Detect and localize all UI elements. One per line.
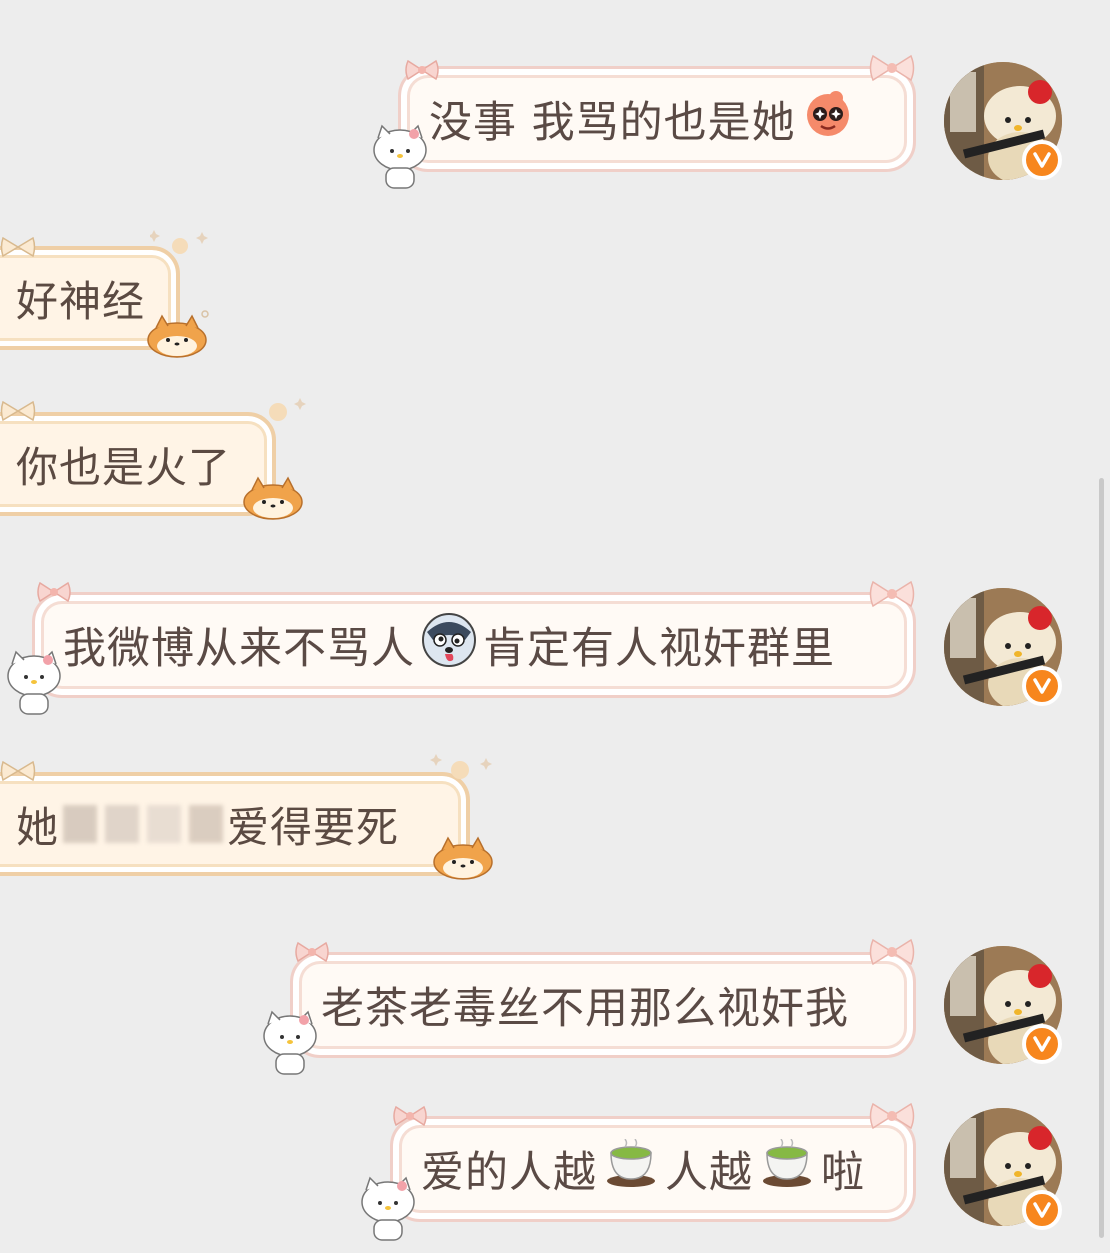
- message-bubble-sent[interactable]: 爱的人越 人越 啦: [390, 1116, 916, 1222]
- message-text: 我微博从来不骂人 肯定有人视奸群里: [63, 612, 835, 679]
- redacted-blur: [147, 805, 182, 843]
- sparkle-icon: [252, 392, 312, 426]
- cream-bow-icon: [0, 760, 36, 786]
- verified-badge-icon: [1022, 666, 1062, 706]
- verified-badge-icon: [1022, 1190, 1062, 1230]
- message-text: 你也是火了: [16, 442, 232, 492]
- hello-kitty-sticker-icon: [260, 1010, 320, 1082]
- message-text-part: 肯定有人视奸群里: [483, 624, 835, 674]
- message-bubble-sent[interactable]: 我微博从来不骂人 肯定有人视奸群里: [32, 592, 916, 698]
- cream-bow-icon: [0, 400, 36, 426]
- message-text-part: 我微博从来不骂人: [63, 624, 415, 674]
- message-text-part: 她: [16, 802, 60, 852]
- shiba-bun-sticker-icon: [146, 312, 208, 362]
- shiba-bun-sticker-icon: [242, 474, 304, 524]
- verified-badge-icon: [1022, 140, 1062, 180]
- message-text: 她 爱得要死: [16, 794, 399, 855]
- pink-bow-icon: [294, 940, 330, 968]
- message-text-part: 爱的人越: [421, 1148, 597, 1198]
- message-bubble-sent[interactable]: 没事 我骂的也是她: [398, 66, 916, 172]
- message-text-part: 没事 我骂的也是她: [429, 98, 796, 148]
- hello-kitty-sticker-icon: [358, 1176, 418, 1248]
- message-text-part: 爱得要死: [227, 802, 400, 852]
- cream-bow-icon: [0, 236, 36, 262]
- pink-bow-icon: [392, 1104, 428, 1132]
- tea-cup-emoji-icon: [603, 1138, 659, 1200]
- shiba-bun-sticker-icon: [432, 834, 494, 884]
- hello-kitty-sticker-icon: [4, 650, 64, 722]
- pink-bow-icon: [868, 578, 916, 614]
- husky-dog-emoji-icon: [421, 612, 477, 679]
- redacted-blur: [63, 805, 98, 843]
- sparkle-icon: [148, 224, 210, 258]
- scrollbar[interactable]: [1099, 478, 1104, 1238]
- message-bubble-sent[interactable]: 老茶老毒丝不用那么视奸我: [290, 952, 916, 1058]
- sparkle-icon: [430, 748, 496, 784]
- message-bubble-received[interactable]: 你也是火了: [0, 412, 276, 516]
- pink-bow-icon: [868, 1100, 916, 1136]
- message-text: 好神经: [16, 276, 146, 326]
- message-text-part: 人越: [665, 1148, 753, 1198]
- message-text: 爱的人越 人越 啦: [421, 1138, 865, 1200]
- small-circle-icon: [200, 304, 210, 323]
- starry-eyed-emoji-icon: [802, 88, 854, 151]
- redacted-blur: [105, 805, 140, 843]
- pink-bow-icon: [36, 580, 72, 608]
- message-text: 没事 我骂的也是她: [429, 88, 860, 151]
- verified-badge-icon: [1022, 1024, 1062, 1064]
- hello-kitty-sticker-icon: [370, 124, 430, 196]
- message-bubble-received[interactable]: 她 爱得要死: [0, 772, 470, 876]
- tea-cup-emoji-icon: [759, 1138, 815, 1200]
- redacted-blur: [189, 805, 224, 843]
- message-text: 老茶老毒丝不用那么视奸我: [321, 984, 849, 1034]
- pink-bow-icon: [868, 936, 916, 972]
- pink-bow-icon: [404, 58, 440, 86]
- message-text-part: 啦: [821, 1148, 865, 1198]
- pink-bow-icon: [868, 52, 916, 88]
